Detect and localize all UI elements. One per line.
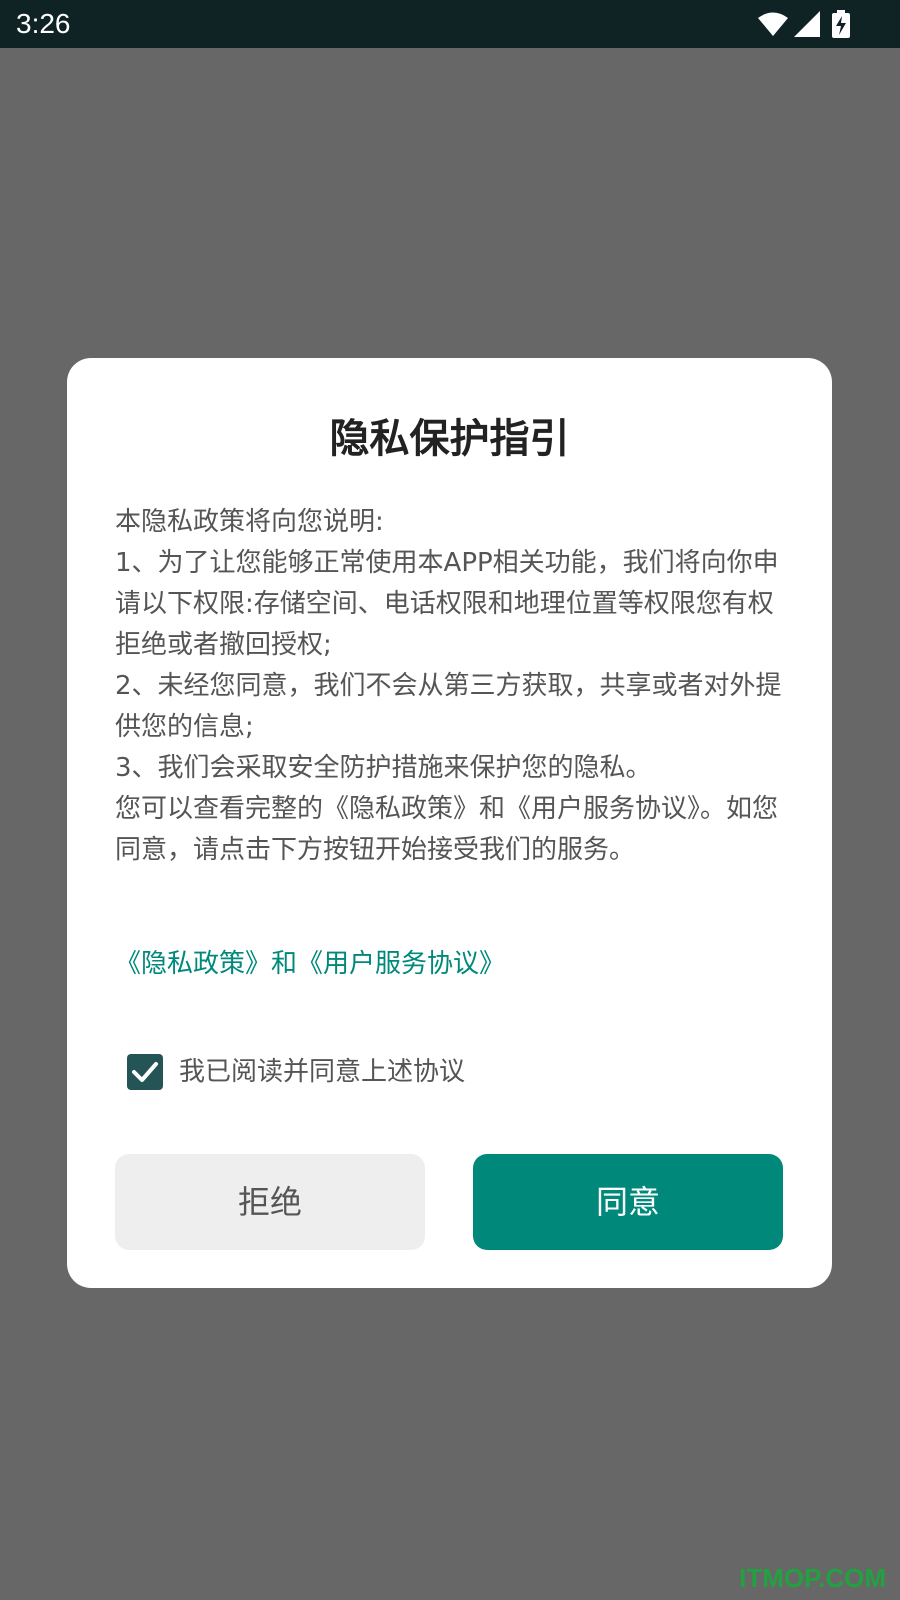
- reject-button[interactable]: 拒绝: [115, 1154, 425, 1250]
- cell-signal-icon: [794, 11, 820, 37]
- agree-button[interactable]: 同意: [473, 1154, 783, 1250]
- watermark: ITMOP.COM: [739, 1563, 886, 1593]
- status-bar: 3:26: [0, 0, 900, 48]
- wifi-icon: [758, 11, 788, 37]
- battery-charging-icon: [832, 10, 850, 38]
- status-time: 3:26: [16, 8, 71, 39]
- status-icons: [758, 10, 850, 38]
- checkmark-icon: [132, 1062, 158, 1082]
- body-line-outro: 您可以查看完整的《隐私政策》和《用户服务协议》。如您同意，请点击下方按钮开始接受…: [115, 794, 779, 865]
- body-line-3: 3、我们会采取安全防护措施来保护您的隐私。: [115, 753, 652, 783]
- privacy-dialog: 隐私保护指引 本隐私政策将向您说明: 1、为了让您能够正常使用本APP相关功能，…: [67, 358, 832, 1288]
- agree-checkbox-label: 我已阅读并同意上述协议: [179, 1057, 466, 1087]
- dialog-body: 本隐私政策将向您说明: 1、为了让您能够正常使用本APP相关功能，我们将向你申请…: [115, 502, 785, 871]
- agree-checkbox[interactable]: [127, 1054, 163, 1090]
- body-line-intro: 本隐私政策将向您说明:: [115, 507, 384, 537]
- body-line-2: 2、未经您同意，我们不会从第三方获取，共享或者对外提供您的信息;: [115, 671, 782, 742]
- policy-links[interactable]: 《隐私政策》和《用户服务协议》: [115, 944, 505, 984]
- body-line-1: 1、为了让您能够正常使用本APP相关功能，我们将向你申请以下权限:存储空间、电话…: [115, 548, 779, 660]
- agree-checkbox-row[interactable]: 我已阅读并同意上述协议: [127, 1052, 465, 1092]
- dialog-title: 隐私保护指引: [329, 416, 570, 462]
